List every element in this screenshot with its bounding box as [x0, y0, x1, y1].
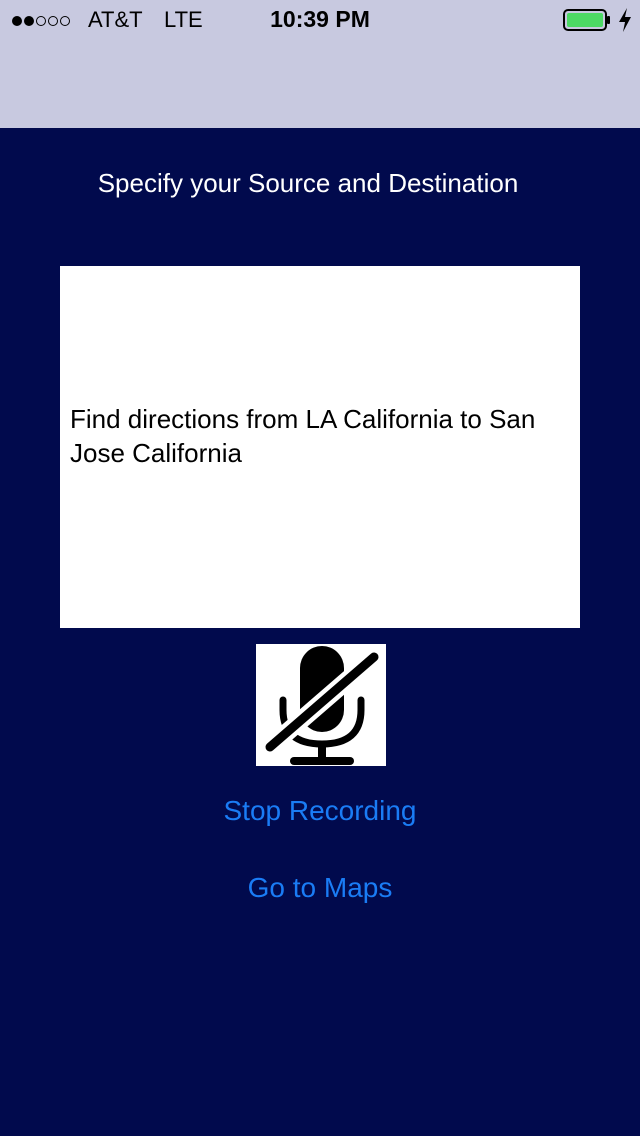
- charging-bolt-icon: [619, 8, 631, 32]
- battery-icon: [563, 9, 610, 31]
- page-heading: Specify your Source and Destination: [97, 168, 519, 198]
- microphone-slash-icon: [261, 646, 383, 765]
- microphone-toggle-button[interactable]: [256, 644, 386, 766]
- status-time: 10:39 PM: [270, 6, 370, 32]
- status-bar: AT&T LTE 10:39 PM: [0, 0, 640, 128]
- transcript-text-box[interactable]: Find directions from LA California to Sa…: [60, 266, 580, 628]
- go-to-maps-button[interactable]: Go to Maps: [0, 872, 640, 904]
- transcript-text: Find directions from LA California to Sa…: [70, 404, 536, 468]
- stop-recording-button[interactable]: Stop Recording: [0, 795, 640, 827]
